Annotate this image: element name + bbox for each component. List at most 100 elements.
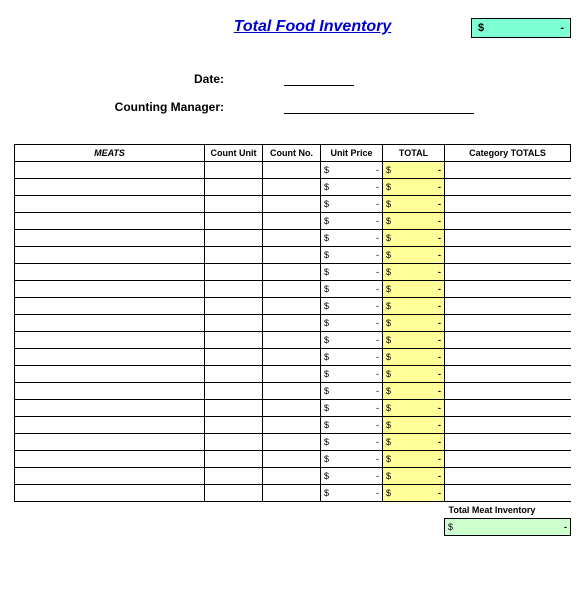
item-name-cell[interactable]: [15, 315, 205, 332]
item-name-cell[interactable]: [15, 281, 205, 298]
item-name-cell[interactable]: [15, 349, 205, 366]
count-no-cell[interactable]: [263, 230, 321, 247]
unit-price-cell[interactable]: $-: [321, 247, 383, 264]
item-name-cell[interactable]: [15, 213, 205, 230]
item-name-cell[interactable]: [15, 179, 205, 196]
count-no-cell[interactable]: [263, 366, 321, 383]
count-no-cell[interactable]: [263, 434, 321, 451]
footer-label-row: Total Meat Inventory: [15, 502, 571, 519]
count-no-cell[interactable]: [263, 247, 321, 264]
item-name-cell[interactable]: [15, 383, 205, 400]
count-no-cell[interactable]: [263, 315, 321, 332]
count-no-cell[interactable]: [263, 298, 321, 315]
count-no-cell[interactable]: [263, 213, 321, 230]
unit-price-cell[interactable]: $-: [321, 230, 383, 247]
count-unit-cell[interactable]: [205, 162, 263, 179]
item-name-cell[interactable]: [15, 366, 205, 383]
count-unit-cell[interactable]: [205, 230, 263, 247]
count-no-cell[interactable]: [263, 383, 321, 400]
count-unit-cell[interactable]: [205, 315, 263, 332]
item-name-cell[interactable]: [15, 264, 205, 281]
count-no-cell[interactable]: [263, 417, 321, 434]
count-no-cell[interactable]: [263, 485, 321, 502]
table-row: $-$-: [15, 213, 571, 230]
unit-price-cell[interactable]: $-: [321, 417, 383, 434]
table-row: $-$-: [15, 332, 571, 349]
date-input-line[interactable]: [284, 72, 354, 86]
unit-price-cell[interactable]: $-: [321, 434, 383, 451]
unit-price-cell[interactable]: $-: [321, 179, 383, 196]
item-name-cell[interactable]: [15, 485, 205, 502]
table-row: $-$-: [15, 349, 571, 366]
table-row: $-$-: [15, 366, 571, 383]
category-total-cell: [445, 349, 571, 366]
unit-price-cell[interactable]: $-: [321, 315, 383, 332]
count-unit-cell[interactable]: [205, 264, 263, 281]
count-unit-cell[interactable]: [205, 247, 263, 264]
count-unit-cell[interactable]: [205, 298, 263, 315]
unit-price-cell[interactable]: $-: [321, 451, 383, 468]
category-header: MEATS: [15, 145, 205, 162]
row-total-cell: $-: [383, 400, 445, 417]
count-unit-cell[interactable]: [205, 417, 263, 434]
unit-price-cell[interactable]: $-: [321, 468, 383, 485]
item-name-cell[interactable]: [15, 468, 205, 485]
unit-price-cell[interactable]: $-: [321, 196, 383, 213]
count-unit-cell[interactable]: [205, 383, 263, 400]
count-unit-cell[interactable]: [205, 196, 263, 213]
count-no-cell[interactable]: [263, 332, 321, 349]
unit-price-cell[interactable]: $-: [321, 281, 383, 298]
count-no-cell[interactable]: [263, 400, 321, 417]
item-name-cell[interactable]: [15, 162, 205, 179]
count-no-cell[interactable]: [263, 451, 321, 468]
item-name-cell[interactable]: [15, 230, 205, 247]
item-name-cell[interactable]: [15, 451, 205, 468]
count-no-cell[interactable]: [263, 179, 321, 196]
item-name-cell[interactable]: [15, 332, 205, 349]
unit-price-cell[interactable]: $-: [321, 332, 383, 349]
category-total-cell: [445, 230, 571, 247]
item-name-cell[interactable]: [15, 298, 205, 315]
count-unit-cell[interactable]: [205, 434, 263, 451]
count-unit-cell[interactable]: [205, 349, 263, 366]
grand-total-value: -: [484, 22, 564, 34]
count-no-cell[interactable]: [263, 349, 321, 366]
item-name-cell[interactable]: [15, 434, 205, 451]
unit-price-cell[interactable]: $-: [321, 298, 383, 315]
count-no-cell[interactable]: [263, 162, 321, 179]
item-name-cell[interactable]: [15, 247, 205, 264]
count-unit-cell[interactable]: [205, 366, 263, 383]
unit-price-cell[interactable]: $-: [321, 383, 383, 400]
table-row: $-$-: [15, 400, 571, 417]
category-total-cell: [445, 417, 571, 434]
manager-input-line[interactable]: [284, 100, 474, 114]
unit-price-header: Unit Price: [321, 145, 383, 162]
unit-price-cell[interactable]: $-: [321, 213, 383, 230]
unit-price-cell[interactable]: $-: [321, 162, 383, 179]
count-unit-cell[interactable]: [205, 451, 263, 468]
count-no-cell[interactable]: [263, 281, 321, 298]
count-unit-cell[interactable]: [205, 281, 263, 298]
manager-label: Counting Manager:: [74, 100, 234, 114]
item-name-cell[interactable]: [15, 417, 205, 434]
count-unit-cell[interactable]: [205, 213, 263, 230]
count-no-cell[interactable]: [263, 468, 321, 485]
item-name-cell[interactable]: [15, 196, 205, 213]
category-total-cell: [445, 485, 571, 502]
count-unit-cell[interactable]: [205, 485, 263, 502]
unit-price-cell[interactable]: $-: [321, 400, 383, 417]
count-no-cell[interactable]: [263, 264, 321, 281]
inventory-table: MEATS Count Unit Count No. Unit Price TO…: [14, 144, 571, 536]
unit-price-cell[interactable]: $-: [321, 366, 383, 383]
count-unit-cell[interactable]: [205, 332, 263, 349]
count-unit-cell[interactable]: [205, 179, 263, 196]
unit-price-cell[interactable]: $-: [321, 485, 383, 502]
category-total-cell: [445, 451, 571, 468]
count-unit-cell[interactable]: [205, 468, 263, 485]
unit-price-cell[interactable]: $-: [321, 349, 383, 366]
count-unit-cell[interactable]: [205, 400, 263, 417]
count-no-cell[interactable]: [263, 196, 321, 213]
unit-price-cell[interactable]: $-: [321, 264, 383, 281]
item-name-cell[interactable]: [15, 400, 205, 417]
category-total-cell: [445, 162, 571, 179]
